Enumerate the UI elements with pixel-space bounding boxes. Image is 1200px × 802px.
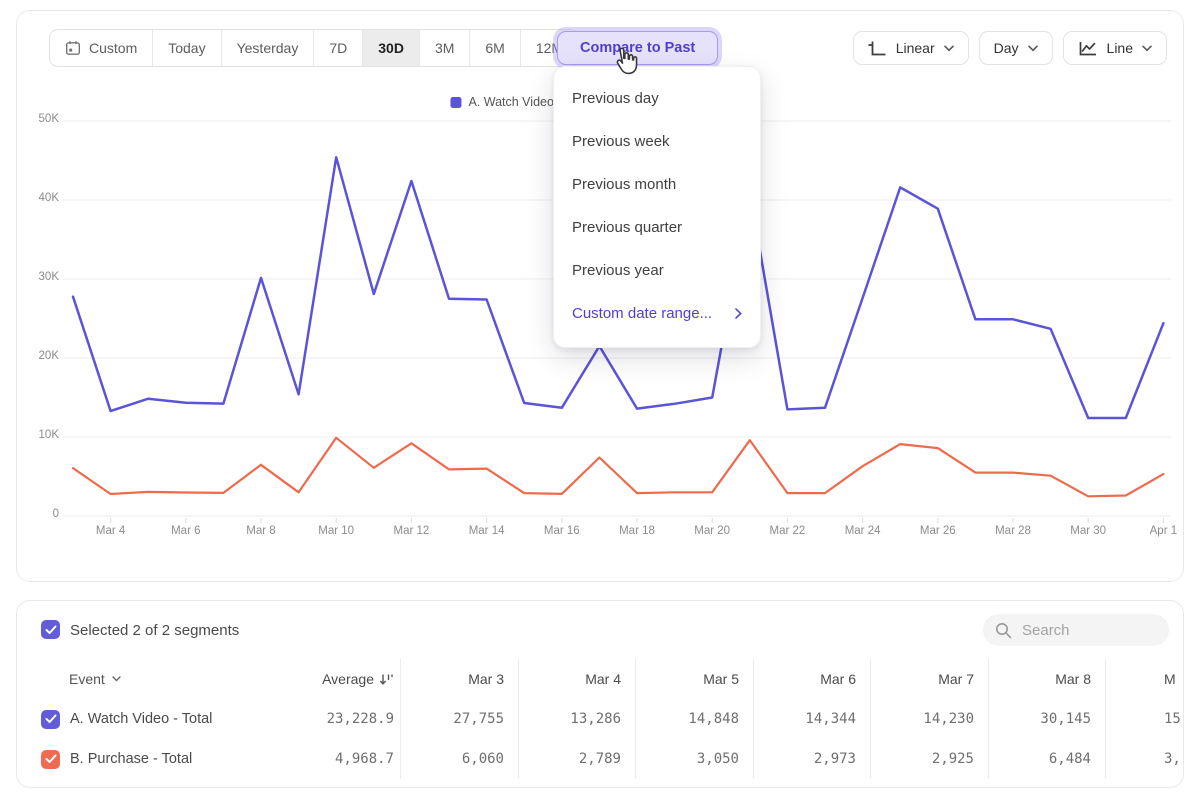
- menu-item-custom-date-range[interactable]: Custom date range...: [554, 292, 760, 335]
- cell-value-clipped: 3,: [1106, 739, 1184, 779]
- column-header-mar4: Mar 4: [519, 659, 636, 699]
- menu-item-previous-week[interactable]: Previous week: [554, 120, 760, 163]
- x-axis-label: Mar 10: [304, 525, 368, 537]
- analytics-page: Custom Today Yesterday 7D 30D 3M 6M 12M …: [0, 0, 1200, 802]
- cell-value: 14,230: [871, 699, 989, 739]
- cell-value: 14,848: [636, 699, 754, 739]
- sort-descending-icon: [379, 672, 394, 686]
- column-header-mar5: Mar 5: [636, 659, 754, 699]
- x-axis-label: Mar 28: [981, 525, 1045, 537]
- compare-to-past-menu: Previous day Previous week Previous mont…: [553, 66, 761, 348]
- cell-value: 14,344: [754, 699, 871, 739]
- column-header-mar7: Mar 7: [871, 659, 989, 699]
- cell-value-clipped: 15,: [1106, 699, 1184, 739]
- y-axis-label: 30K: [17, 271, 59, 283]
- cell-average: 23,228.9: [283, 699, 401, 739]
- search-box: [983, 614, 1169, 646]
- checkmark-icon: [45, 625, 57, 635]
- cell-value: 27,755: [401, 699, 519, 739]
- x-axis-label: Mar 18: [605, 525, 669, 537]
- selected-segments-text: Selected 2 of 2 segments: [70, 622, 239, 639]
- series-line-b: [73, 438, 1163, 497]
- table-row-watch-video-label: A. Watch Video - Total: [17, 699, 283, 739]
- checkmark-icon: [45, 714, 57, 724]
- column-header-event[interactable]: Event: [17, 659, 283, 699]
- x-axis-label: Apr 1: [1131, 525, 1195, 537]
- cell-value: 2,789: [519, 739, 636, 779]
- cell-value: 13,286: [519, 699, 636, 739]
- cell-value: 3,050: [636, 739, 754, 779]
- column-header-mar6: Mar 6: [754, 659, 871, 699]
- select-all-checkbox[interactable]: [41, 620, 60, 639]
- x-axis-label: Mar 22: [755, 525, 819, 537]
- table-row-purchase-label: B. Purchase - Total: [17, 739, 283, 779]
- x-axis-label: Mar 8: [229, 525, 293, 537]
- row-checkbox-purchase[interactable]: [41, 750, 60, 769]
- y-axis-label: 40K: [17, 192, 59, 204]
- x-axis-label: Mar 6: [154, 525, 218, 537]
- x-axis-label: Mar 12: [379, 525, 443, 537]
- column-header-average[interactable]: Average: [283, 659, 401, 699]
- search-input[interactable]: [1020, 621, 1157, 640]
- menu-item-previous-quarter[interactable]: Previous quarter: [554, 206, 760, 249]
- x-axis-label: Mar 14: [455, 525, 519, 537]
- y-axis-label: 10K: [17, 429, 59, 441]
- menu-item-previous-day[interactable]: Previous day: [554, 77, 760, 120]
- segments-table: Event Average Mar 3 Mar 4 Mar 5 Mar 6 Ma…: [17, 659, 1184, 779]
- x-axis-label: Mar 30: [1056, 525, 1120, 537]
- menu-item-previous-year[interactable]: Previous year: [554, 249, 760, 292]
- cell-average: 4,968.7: [283, 739, 401, 779]
- y-axis-label: 20K: [17, 350, 59, 362]
- cell-value: 6,484: [989, 739, 1106, 779]
- x-axis-label: Mar 26: [906, 525, 970, 537]
- column-header-mar8: Mar 8: [989, 659, 1106, 699]
- x-axis-label: Mar 24: [831, 525, 895, 537]
- y-axis-label: 0: [17, 508, 59, 520]
- chevron-down-icon: [112, 676, 121, 682]
- cell-value: 2,973: [754, 739, 871, 779]
- y-axis-label: 50K: [17, 113, 59, 125]
- x-axis-label: Mar 16: [530, 525, 594, 537]
- cell-value: 6,060: [401, 739, 519, 779]
- cell-value: 2,925: [871, 739, 989, 779]
- x-axis-label: Mar 20: [680, 525, 744, 537]
- legend-swatch-a: [450, 97, 461, 108]
- cell-value: 30,145: [989, 699, 1106, 739]
- menu-item-previous-month[interactable]: Previous month: [554, 163, 760, 206]
- segments-header: Selected 2 of 2 segments: [17, 601, 1183, 659]
- checkmark-icon: [45, 754, 57, 764]
- row-checkbox-watch-video[interactable]: [41, 710, 60, 729]
- chevron-right-icon: [735, 308, 742, 319]
- column-header-clipped: M: [1106, 659, 1184, 699]
- search-icon: [995, 622, 1012, 639]
- x-axis-label: Mar 4: [79, 525, 143, 537]
- segments-card: Selected 2 of 2 segments Event Average: [16, 600, 1184, 788]
- column-header-mar3: Mar 3: [401, 659, 519, 699]
